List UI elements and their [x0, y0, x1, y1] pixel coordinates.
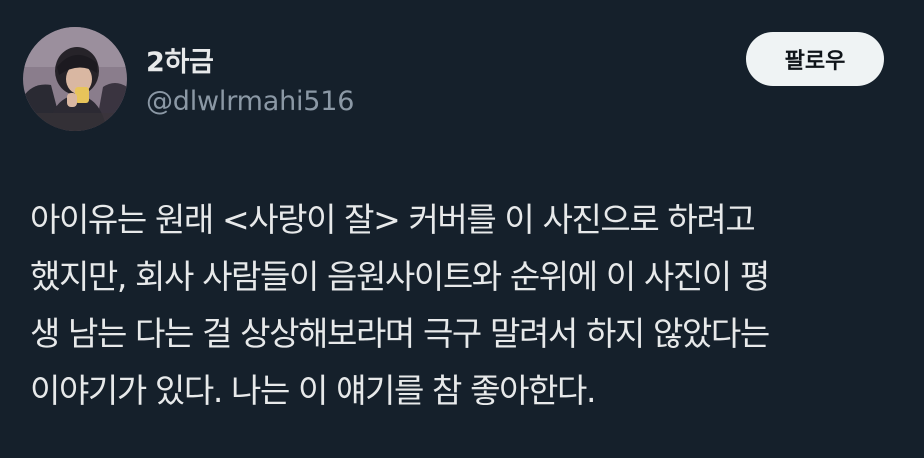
- tweet-text-line: 아이유는 원래 <사랑이 잘> 커버를 이 사진으로 하려고: [30, 200, 756, 239]
- tweet-text-line: 했지만, 회사 사람들이 음원사이트와 순위에 이 사진이 평: [30, 257, 770, 296]
- tweet-card: 2하금 @dlwlrmahi516 팔로우 아이유는 원래 <사랑이 잘> 커버…: [0, 0, 924, 458]
- tweet-text-line: 생 남는 다는 걸 상상해보라며 극구 말려서 하지 않았다는: [30, 314, 770, 353]
- tweet-text: 아이유는 원래 <사랑이 잘> 커버를 이 사진으로 하려고 했지만, 회사 사…: [30, 191, 910, 419]
- avatar-photo: [23, 27, 127, 131]
- avatar[interactable]: [23, 27, 127, 131]
- display-name[interactable]: 2하금: [146, 40, 214, 79]
- user-handle[interactable]: @dlwlrmahi516: [146, 86, 354, 117]
- follow-button[interactable]: 팔로우: [746, 32, 884, 86]
- tweet-text-line: 이야기가 있다. 나는 이 얘기를 참 좋아한다.: [30, 371, 596, 410]
